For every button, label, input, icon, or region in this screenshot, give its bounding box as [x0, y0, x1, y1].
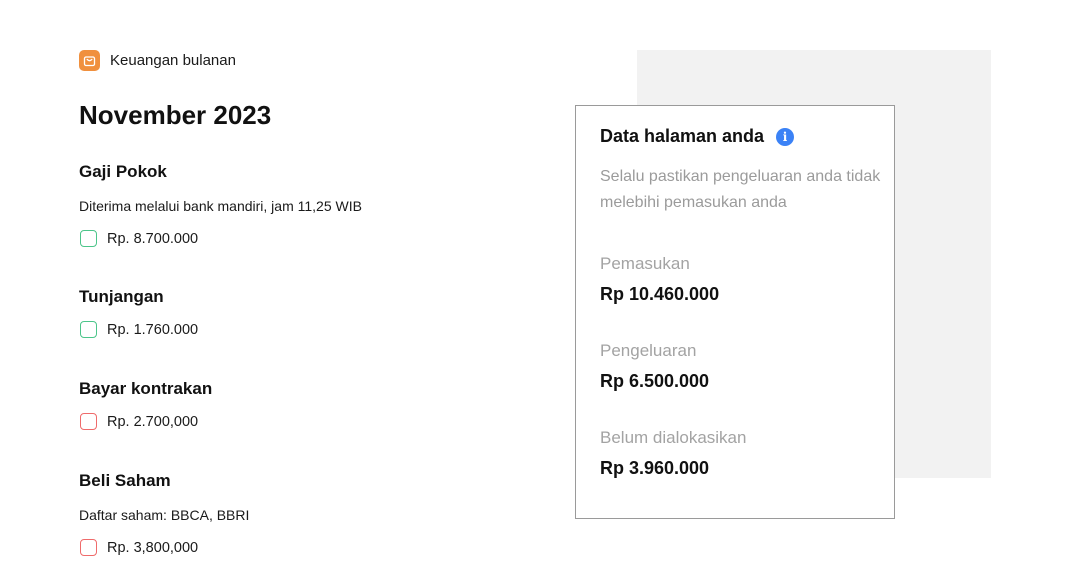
- income-checkbox[interactable]: [80, 230, 97, 247]
- amount-row: Rp. 1.760.000: [80, 321, 198, 338]
- stat-value-expense: Rp 6.500.000: [600, 371, 710, 391]
- info-icon[interactable]: i: [776, 127, 795, 146]
- entry-title: Tunjangan: [79, 287, 164, 306]
- entry-amount: Rp. 8.700.000: [107, 230, 199, 247]
- stat-value-unallocated: Rp 3.960.000: [600, 458, 710, 478]
- entry-description: Diterima melalui bank mandiri, jam 11,25…: [79, 198, 362, 214]
- entry-title: Bayar kontrakan: [79, 379, 213, 398]
- amount-row: Rp. 2.700,000: [80, 413, 198, 430]
- card-title: Data halaman anda: [600, 126, 765, 146]
- app-header: Keuangan bulanan: [79, 50, 236, 71]
- app-title: Keuangan bulanan: [110, 52, 236, 69]
- income-checkbox[interactable]: [80, 321, 97, 338]
- entry-amount: Rp. 1.760.000: [107, 321, 199, 338]
- entry-title: Gaji Pokok: [79, 162, 167, 181]
- card-heading: Data halaman anda i: [600, 126, 795, 147]
- stat-label-income: Pemasukan: [600, 254, 690, 273]
- amount-row: Rp. 8.700.000: [80, 230, 198, 247]
- expense-checkbox[interactable]: [80, 539, 97, 556]
- amount-row: Rp. 3,800,000: [80, 539, 198, 556]
- entry-title: Beli Saham: [79, 471, 171, 490]
- stat-label-unallocated: Belum dialokasikan: [600, 428, 747, 447]
- entry-description: Daftar saham: BBCA, BBRI: [79, 507, 250, 523]
- entry-amount: Rp. 2.700,000: [107, 413, 199, 430]
- card-subtitle: Selalu pastikan pengeluaran anda tidak m…: [600, 168, 881, 211]
- shopping-bag-icon: [79, 50, 100, 71]
- summary-card: Data halaman anda i Selalu pastikan peng…: [575, 105, 895, 519]
- expense-checkbox[interactable]: [80, 413, 97, 430]
- month-title: November 2023: [79, 100, 272, 130]
- page: Keuangan bulanan November 2023 Gaji Poko…: [0, 0, 1077, 588]
- stat-value-income: Rp 10.460.000: [600, 284, 720, 304]
- entry-amount: Rp. 3,800,000: [107, 539, 199, 556]
- stat-label-expense: Pengeluaran: [600, 341, 697, 360]
